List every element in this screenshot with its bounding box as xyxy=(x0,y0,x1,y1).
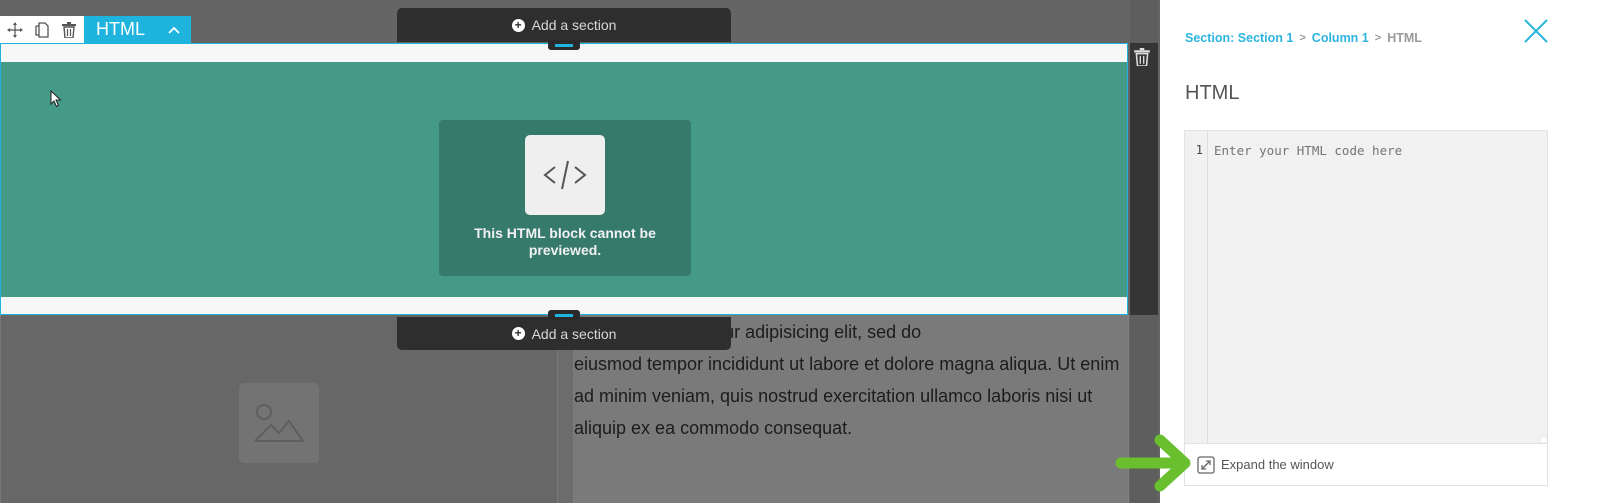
add-section-label: Add a section xyxy=(531,17,617,33)
html-block[interactable]: This HTML block cannot be previewed. xyxy=(1,62,1127,297)
line-number: 1 xyxy=(1195,143,1203,157)
breadcrumb-separator: > xyxy=(1374,32,1382,44)
annotation-arrow-icon xyxy=(1115,434,1191,492)
html-section[interactable]: This HTML block cannot be previewed. xyxy=(0,43,1128,315)
add-section-top-button[interactable]: + Add a section xyxy=(397,8,731,42)
expand-icon xyxy=(1197,455,1215,474)
move-icon[interactable] xyxy=(5,20,25,40)
panel-title: HTML xyxy=(1185,82,1240,104)
duplicate-icon[interactable] xyxy=(32,20,52,40)
breadcrumb: Section: Section 1 > Column 1 > HTML xyxy=(1185,31,1422,45)
breadcrumb-current: HTML xyxy=(1387,31,1422,45)
section-delete-icon[interactable] xyxy=(1134,48,1152,68)
line-gutter: 1 xyxy=(1185,131,1208,443)
breadcrumb-separator: > xyxy=(1299,32,1306,44)
breadcrumb-column[interactable]: Column 1 xyxy=(1312,31,1369,45)
delete-icon[interactable] xyxy=(59,20,79,40)
section-side-bar xyxy=(1130,43,1158,315)
mouse-cursor-icon xyxy=(50,90,62,108)
preview-message: This HTML block cannot be previewed. xyxy=(474,225,656,258)
code-icon xyxy=(525,135,605,215)
element-toolbar: HTML xyxy=(0,16,191,43)
settings-panel: Section: Section 1 > Column 1 > HTML HTM… xyxy=(1160,0,1600,503)
expand-window-button[interactable]: Expand the window xyxy=(1184,444,1548,486)
close-icon[interactable] xyxy=(1522,17,1550,45)
editor-resize-grip[interactable] xyxy=(1541,438,1546,442)
add-section-label: Add a section xyxy=(531,325,617,342)
plus-circle-icon: + xyxy=(511,327,525,340)
lorem-line: eiusmod tempor incididunt ut labore et d… xyxy=(574,354,1120,374)
html-preview-placeholder: This HTML block cannot be previewed. xyxy=(439,120,691,276)
lorem-line: aliquip ex ea commodo consequat. xyxy=(574,418,853,438)
lorem-line: ad minim veniam, quis nostrud exercitati… xyxy=(574,386,1093,406)
breadcrumb-section[interactable]: Section: Section 1 xyxy=(1185,31,1293,45)
html-code-editor[interactable]: 1 xyxy=(1184,130,1548,444)
plus-circle-icon: + xyxy=(511,18,525,32)
expand-label: Expand the window xyxy=(1221,457,1334,472)
html-code-input[interactable] xyxy=(1214,143,1534,158)
resize-handle-bottom[interactable] xyxy=(548,310,580,320)
resize-handle-top[interactable] xyxy=(548,40,580,50)
element-type-label: HTML xyxy=(96,19,145,39)
element-type-tag[interactable]: HTML xyxy=(84,16,191,43)
image-placeholder-icon[interactable] xyxy=(239,383,319,463)
chevron-up-icon[interactable] xyxy=(167,23,181,37)
add-section-bottom-button[interactable]: + Add a section xyxy=(397,317,731,350)
